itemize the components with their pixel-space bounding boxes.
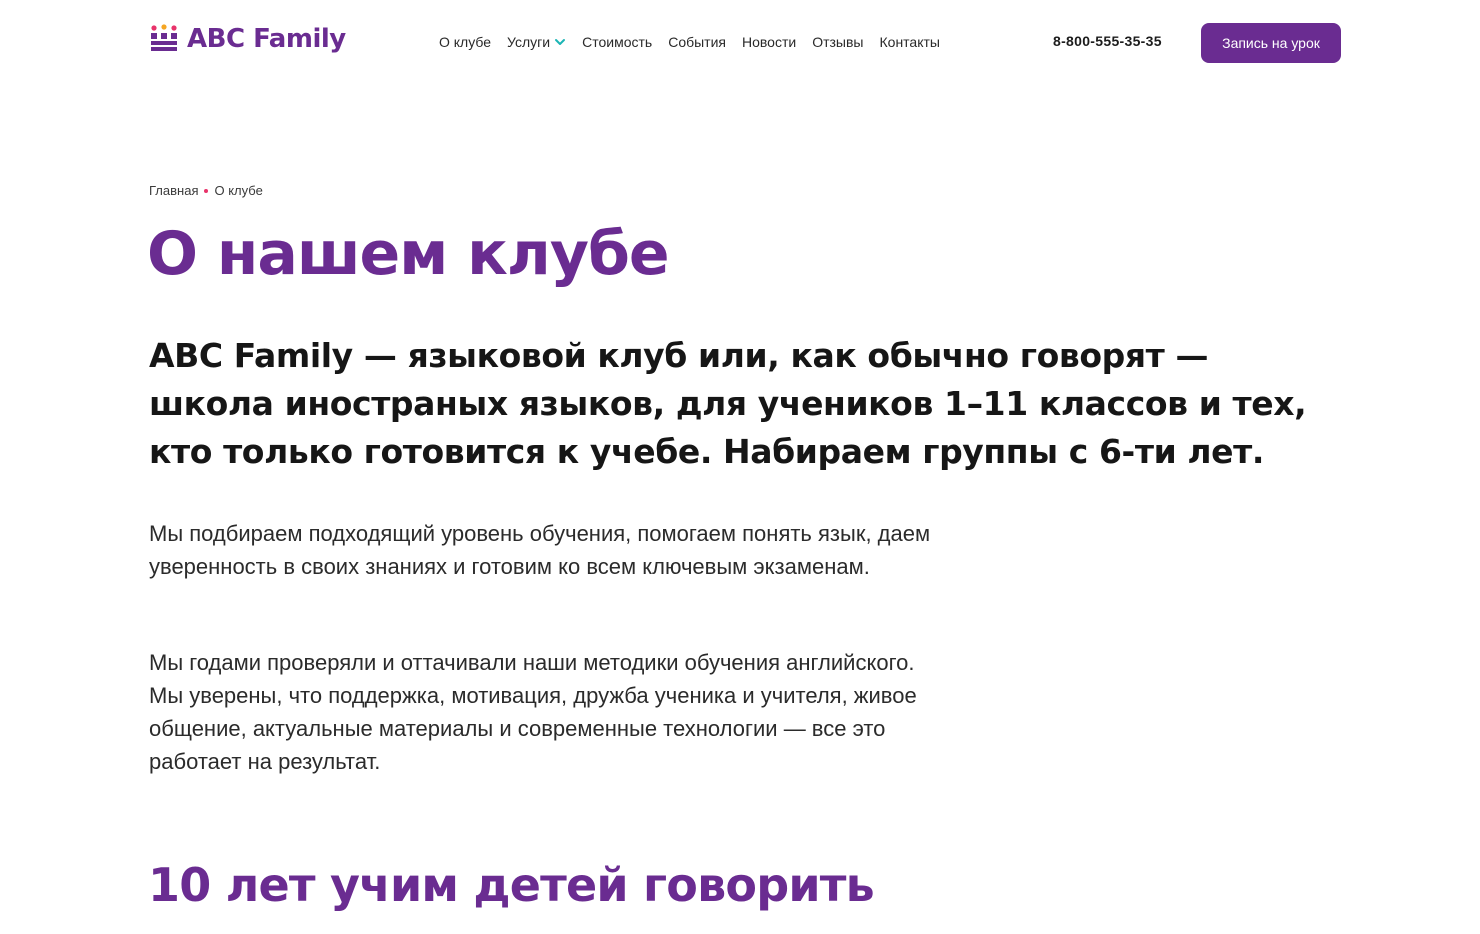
breadcrumb: Главная О клубе bbox=[149, 183, 263, 198]
main-nav: О клубе Услуги Стоимость События Новости… bbox=[439, 34, 956, 50]
site-header: ABC Family О клубе Услуги Стоимость Собы… bbox=[0, 0, 1480, 86]
lead-text: ABC Family — языковой клуб или, как обыч… bbox=[149, 336, 1307, 471]
nav-item-news[interactable]: Новости bbox=[742, 34, 796, 50]
breadcrumb-separator bbox=[204, 188, 209, 193]
breadcrumb-current: О клубе bbox=[214, 183, 263, 198]
nav-item-contacts[interactable]: Контакты bbox=[880, 34, 940, 50]
chevron-down-icon bbox=[555, 39, 566, 45]
nav-item-events[interactable]: События bbox=[668, 34, 726, 50]
breadcrumb-home[interactable]: Главная bbox=[149, 183, 198, 198]
body-paragraph: Мы подбираем подходящий уровень обучения… bbox=[149, 521, 931, 579]
section-title: 10 лет учим детей говорить bbox=[148, 858, 875, 912]
body-paragraph: Мы годами проверяли и оттачивали наши ме… bbox=[149, 650, 917, 774]
nav-item-services[interactable]: Услуги bbox=[507, 34, 566, 50]
logo-text: ABC Family bbox=[187, 24, 346, 54]
nav-item-about[interactable]: О клубе bbox=[439, 34, 491, 50]
nav-item-services-label: Услуги bbox=[507, 34, 551, 50]
phone-link[interactable]: 8-800-555-35-35 bbox=[1053, 33, 1162, 49]
logo-link[interactable]: ABC Family bbox=[149, 24, 346, 54]
page-title: О нашем клубе bbox=[147, 219, 670, 289]
crown-blocks-icon bbox=[151, 24, 177, 51]
nav-item-pricing[interactable]: Стоимость bbox=[582, 34, 652, 50]
book-lesson-button[interactable]: Запись на урок bbox=[1201, 23, 1341, 63]
nav-item-reviews[interactable]: Отзывы bbox=[812, 34, 863, 50]
